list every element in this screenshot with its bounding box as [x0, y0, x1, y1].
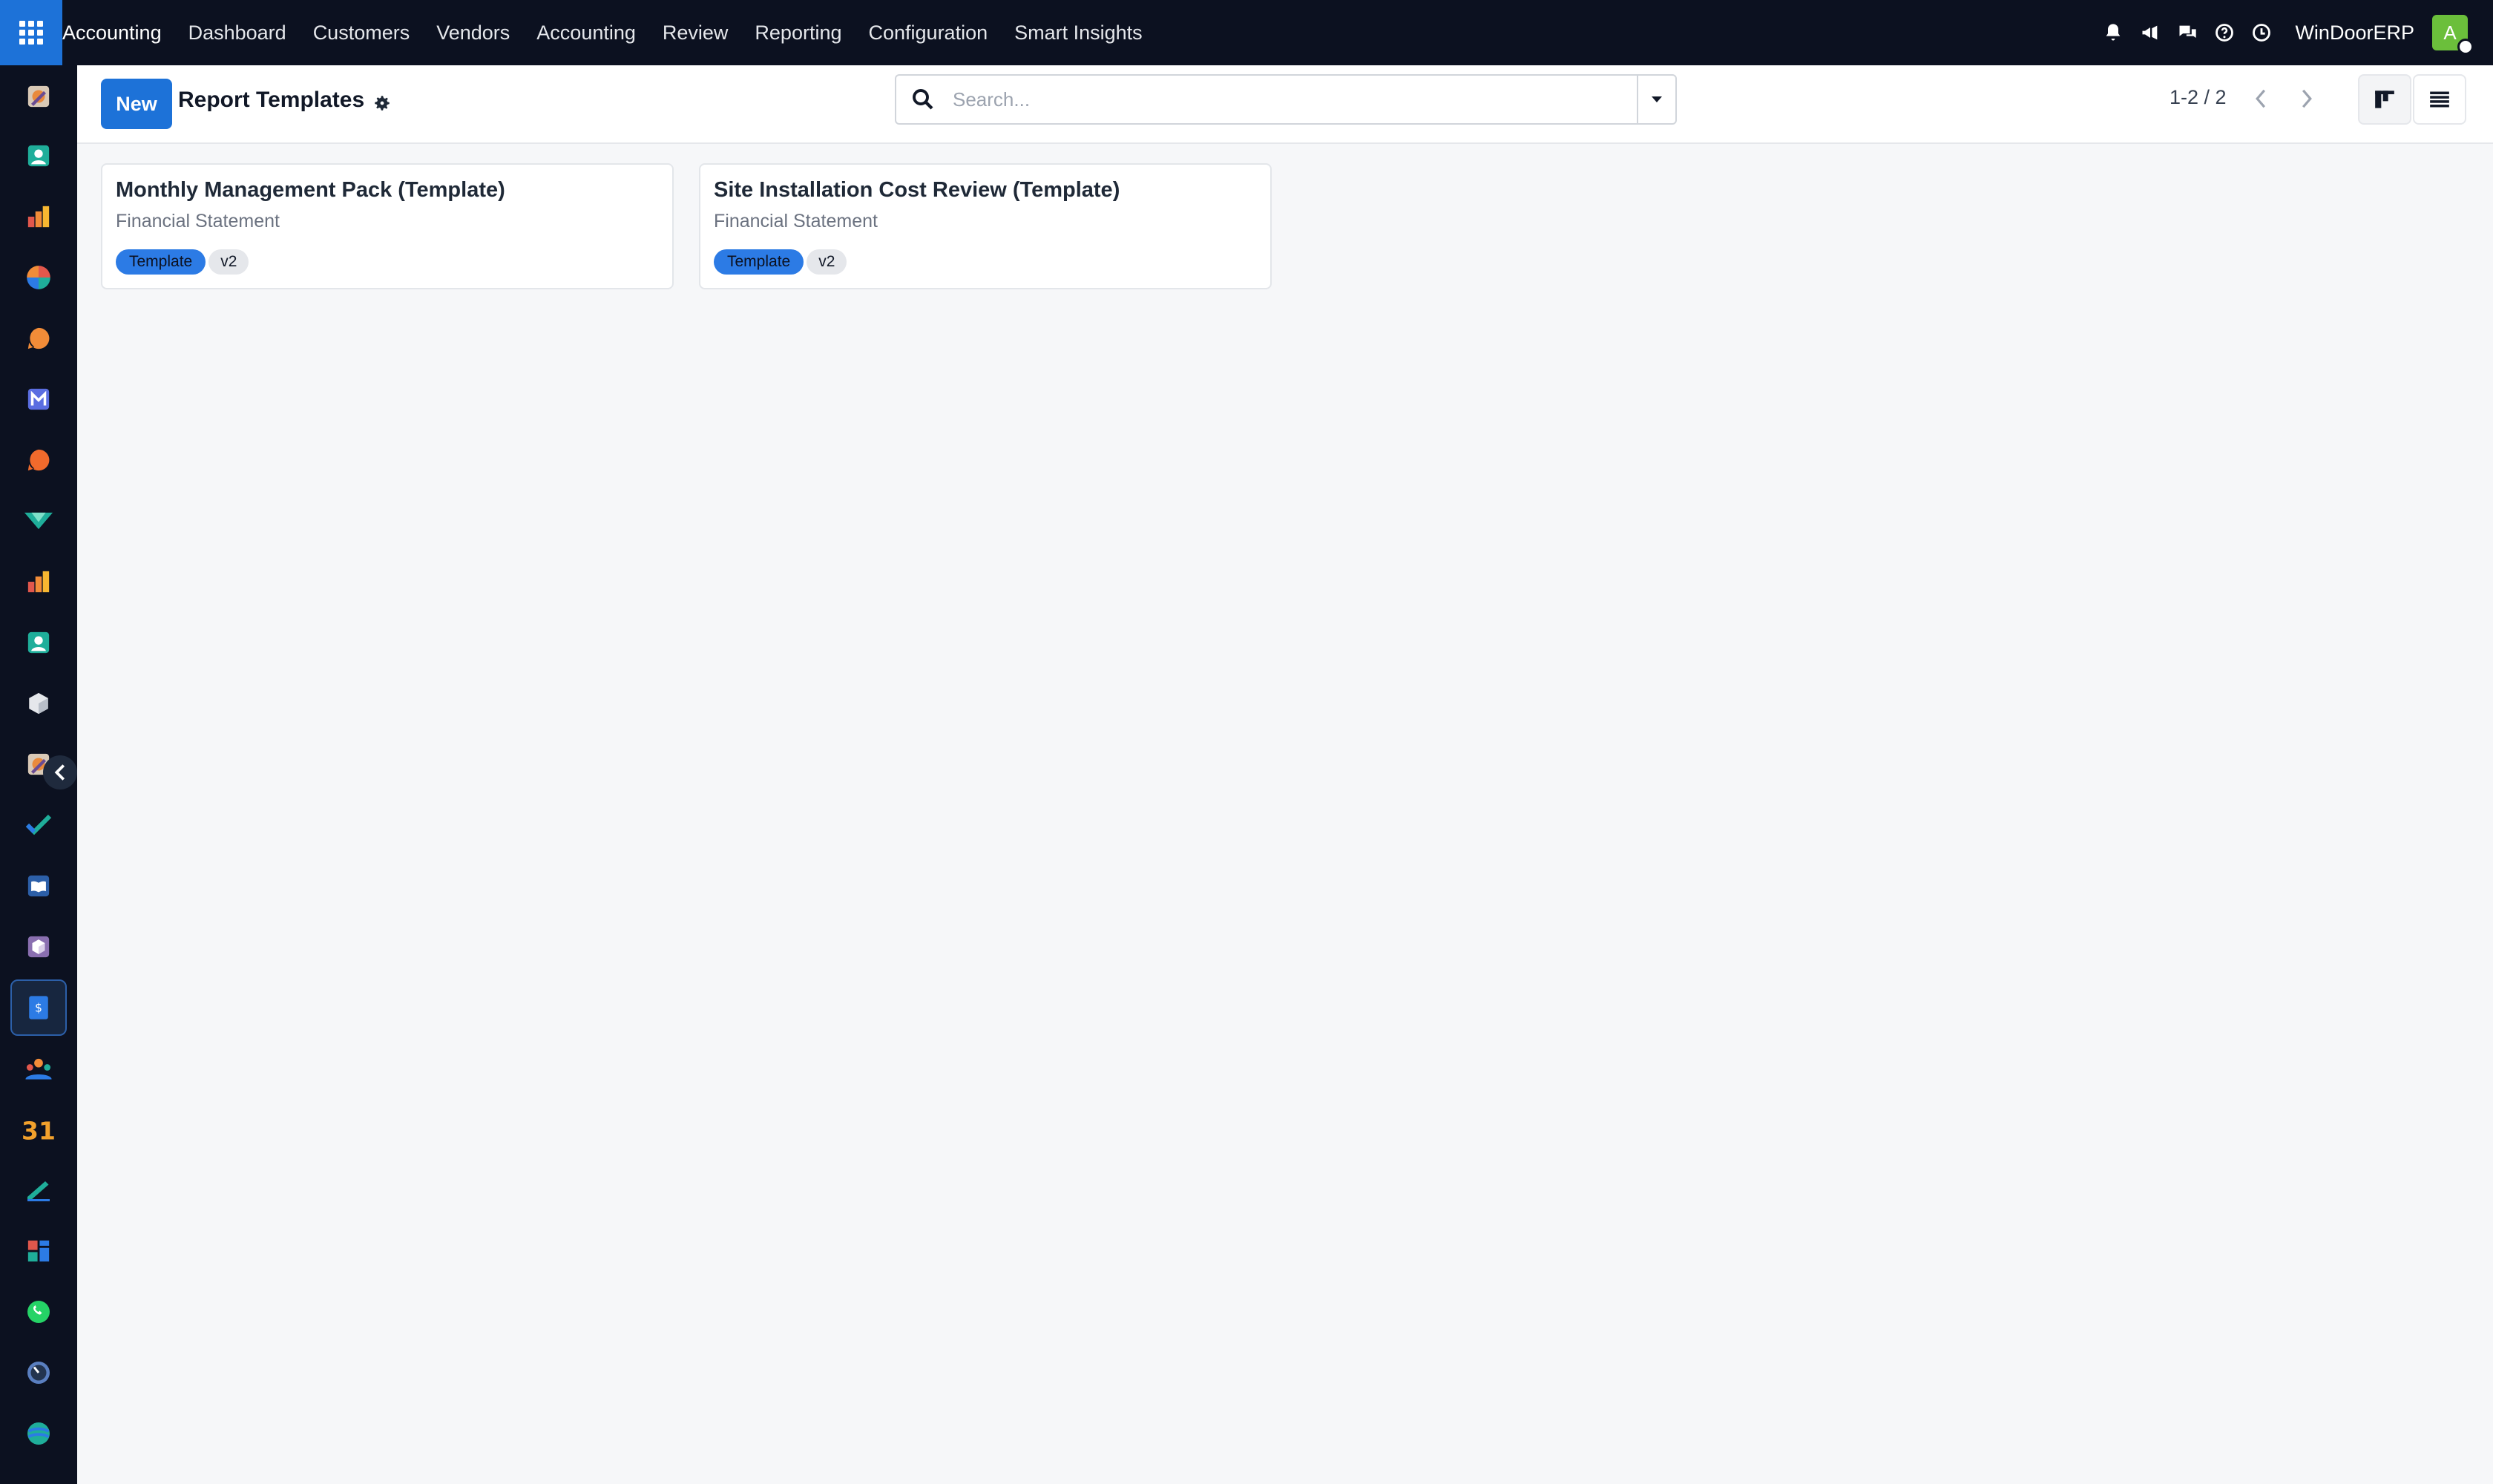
version-tag: v2	[208, 249, 249, 275]
project-app-icon[interactable]	[10, 493, 67, 549]
main-menu: Accounting Dashboard Customers Vendors A…	[62, 0, 1156, 65]
menu-configuration[interactable]: Configuration	[855, 0, 1002, 65]
bell-icon[interactable]	[2095, 0, 2132, 65]
avatar-letter: A	[2443, 21, 2457, 44]
menu-smart-insights[interactable]: Smart Insights	[1001, 0, 1156, 65]
card-subtitle: Financial Statement	[116, 211, 280, 232]
list-icon	[2430, 91, 2449, 108]
card-tags: Template v2	[116, 249, 249, 275]
help-icon[interactable]	[2206, 0, 2243, 65]
template-tag: Template	[714, 249, 804, 275]
chat-icon[interactable]	[2169, 0, 2206, 65]
invoicing-app-icon[interactable]: $	[10, 979, 67, 1036]
whatsapp-app-icon[interactable]	[10, 1284, 67, 1340]
timer-app-icon[interactable]	[10, 1345, 67, 1401]
control-panel: New Report Templates 1-2 / 2	[77, 65, 2493, 144]
app-menu-button[interactable]	[0, 0, 62, 65]
menu-dashboard[interactable]: Dashboard	[175, 0, 300, 65]
caret-down-icon	[1652, 96, 1662, 102]
chevron-left-icon	[2256, 89, 2266, 108]
user-avatar[interactable]: A	[2432, 15, 2474, 55]
new-button[interactable]: New	[101, 79, 172, 129]
clock-icon[interactable]	[2243, 0, 2280, 65]
menu-customers[interactable]: Customers	[300, 0, 424, 65]
kanban-view-button[interactable]	[2358, 74, 2411, 125]
discuss-app-icon[interactable]	[10, 310, 67, 367]
search-options-toggle[interactable]	[1637, 76, 1675, 123]
menu-vendors[interactable]: Vendors	[423, 0, 523, 65]
presence-status-icon	[2457, 39, 2474, 55]
pager-next-button[interactable]	[2285, 74, 2328, 123]
menu-review[interactable]: Review	[649, 0, 742, 65]
todo-app-icon[interactable]	[10, 797, 67, 853]
website-app-icon[interactable]	[10, 1405, 67, 1462]
sign-app-icon[interactable]	[10, 1162, 67, 1218]
contacts-app-icon[interactable]	[10, 128, 67, 184]
kanban-card[interactable]: Site Installation Cost Review (Template)…	[699, 163, 1272, 289]
card-tags: Template v2	[714, 249, 847, 275]
kanban-icon	[2375, 91, 2394, 108]
search-input[interactable]	[953, 82, 1606, 117]
systray: WinDoorERP A	[2095, 0, 2474, 65]
pager-value[interactable]: 1-2 / 2	[2170, 86, 2227, 109]
card-subtitle: Financial Statement	[714, 211, 878, 232]
livechat-app-icon[interactable]	[10, 432, 67, 488]
card-title: Monthly Management Pack (Template)	[116, 178, 505, 202]
inventory-app-icon[interactable]	[10, 675, 67, 732]
megaphone-icon[interactable]	[2132, 0, 2169, 65]
grid-icon	[19, 21, 43, 45]
calendar-app-icon[interactable]: 31	[10, 1101, 67, 1158]
company-switcher[interactable]: WinDoorERP	[2295, 22, 2414, 45]
settings-app-icon[interactable]	[10, 249, 67, 306]
team-app-icon[interactable]	[10, 1040, 67, 1097]
accounting-app-icon[interactable]	[10, 68, 67, 125]
employees-app-icon[interactable]	[10, 614, 67, 671]
gear-icon[interactable]	[369, 91, 395, 116]
version-tag: v2	[807, 249, 847, 275]
menu-accounting[interactable]: Accounting	[523, 0, 649, 65]
mail-app-icon[interactable]	[10, 371, 67, 427]
chevron-left-icon	[54, 764, 65, 781]
top-navbar: Accounting Dashboard Customers Vendors A…	[0, 0, 2493, 65]
search-icon	[913, 89, 933, 110]
stats-app-icon[interactable]	[10, 554, 67, 610]
knowledge-app-icon[interactable]	[10, 858, 67, 914]
svg-text:$: $	[35, 1002, 42, 1015]
list-view-button[interactable]	[2413, 74, 2466, 125]
card-title: Site Installation Cost Review (Template)	[714, 178, 1120, 202]
template-tag: Template	[116, 249, 206, 275]
svg-text:31: 31	[23, 1117, 54, 1143]
chevron-right-icon	[2302, 89, 2312, 108]
menu-reporting[interactable]: Reporting	[741, 0, 855, 65]
kanban-card[interactable]: Monthly Management Pack (Template) Finan…	[101, 163, 674, 289]
dashboards-app-icon[interactable]	[10, 1223, 67, 1279]
app-brand-link[interactable]: Accounting	[62, 0, 175, 65]
products-app-icon[interactable]	[10, 919, 67, 975]
search-bar	[895, 74, 1677, 125]
page-title: Report Templates	[178, 88, 365, 112]
sidebar-collapse-button[interactable]	[43, 755, 77, 789]
pager-previous-button[interactable]	[2239, 74, 2282, 123]
reporting-app-icon[interactable]	[10, 188, 67, 245]
app-sidebar: $ 31	[0, 65, 77, 1484]
